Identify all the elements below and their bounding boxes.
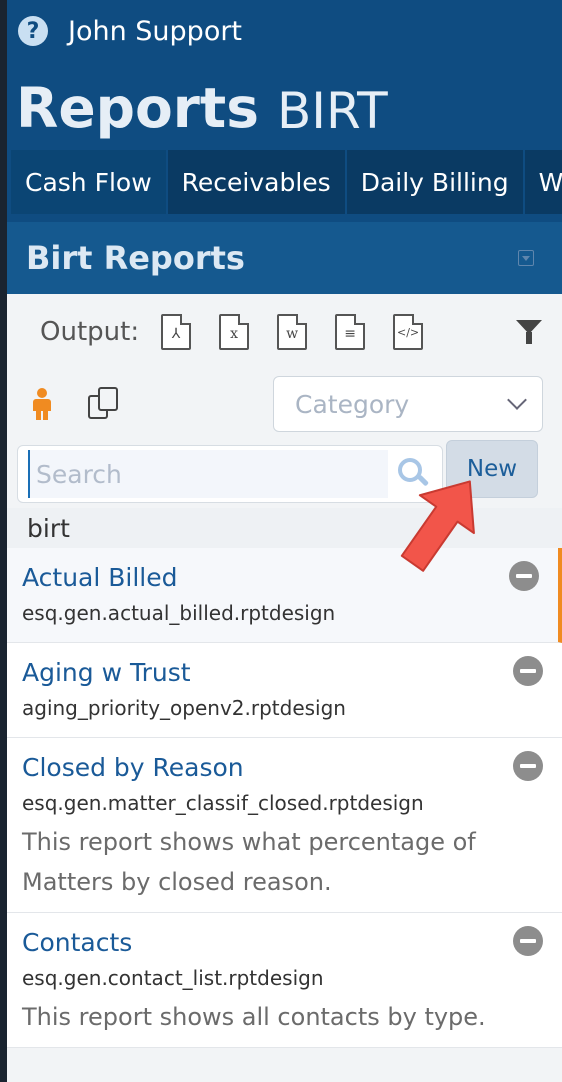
- report-description: This report shows all contacts by type.: [22, 1003, 486, 1031]
- list-item[interactable]: Actual Billed esq.gen.actual_billed.rptd…: [7, 548, 562, 643]
- category-placeholder: Category: [295, 389, 410, 419]
- page-title: Reports BIRT: [7, 62, 562, 150]
- page-title-sub: BIRT: [276, 82, 388, 140]
- copy-icon[interactable]: [88, 387, 122, 421]
- collapse-icon[interactable]: [518, 250, 534, 266]
- remove-icon[interactable]: [513, 926, 543, 956]
- list-item[interactable]: Contacts esq.gen.contact_list.rptdesign …: [7, 913, 562, 1048]
- excel-glyph: x: [230, 326, 239, 342]
- html-glyph: </>: [397, 326, 420, 339]
- birt-reports-panel: Output: ⅄ x w ≡ </> Category Search New …: [7, 294, 562, 1082]
- tab-daily-billing[interactable]: Daily Billing: [346, 150, 525, 214]
- list-item[interactable]: Aging w Trust aging_priority_openv2.rptd…: [7, 643, 562, 738]
- remove-icon[interactable]: [509, 561, 539, 591]
- new-button[interactable]: New: [446, 440, 538, 498]
- top-bar: ? John Support: [7, 0, 562, 62]
- panel-title: Birt Reports: [26, 239, 245, 277]
- search-icon[interactable]: [398, 458, 430, 488]
- remove-icon[interactable]: [513, 656, 543, 686]
- panel-header: Birt Reports: [7, 222, 562, 294]
- tab-w[interactable]: W: [524, 150, 562, 214]
- person-icon[interactable]: [30, 388, 54, 420]
- search-row: New: [7, 438, 562, 508]
- pdf-glyph: ⅄: [171, 326, 181, 342]
- output-toolbar: Output: ⅄ x w ≡ </>: [7, 294, 562, 370]
- report-list: Actual Billed esq.gen.actual_billed.rptd…: [7, 548, 562, 1048]
- report-description: This report shows what percentage of Mat…: [22, 828, 476, 896]
- window-edge: [0, 0, 7, 1082]
- tab-receivables[interactable]: Receivables: [167, 150, 347, 214]
- excel-file-icon[interactable]: x: [219, 314, 250, 350]
- search-box: [17, 445, 443, 503]
- tab-cash-flow[interactable]: Cash Flow: [11, 150, 168, 214]
- remove-icon[interactable]: [513, 751, 543, 781]
- group-label: birt: [7, 508, 562, 548]
- filter-icon[interactable]: [516, 320, 542, 344]
- list-item[interactable]: Closed by Reason esq.gen.matter_classif_…: [7, 738, 562, 913]
- report-tabs: Cash Flow Receivables Daily Billing W: [7, 150, 562, 214]
- report-name[interactable]: Closed by Reason: [22, 752, 502, 784]
- page-title-main: Reports: [16, 76, 259, 140]
- report-file: esq.gen.actual_billed.rptdesign: [22, 601, 336, 625]
- output-label: Output:: [40, 317, 140, 347]
- tools-row: Category: [7, 370, 562, 438]
- text-glyph: ≡: [344, 326, 356, 342]
- report-file: aging_priority_openv2.rptdesign: [22, 696, 346, 720]
- user-name[interactable]: John Support: [68, 16, 242, 47]
- app-window: ? John Support Reports BIRT Cash Flow Re…: [7, 0, 562, 1082]
- text-file-icon[interactable]: ≡: [335, 314, 366, 350]
- report-name[interactable]: Actual Billed: [22, 562, 498, 594]
- word-file-icon[interactable]: w: [277, 314, 308, 350]
- report-file: esq.gen.contact_list.rptdesign: [22, 966, 324, 990]
- word-glyph: w: [286, 326, 299, 342]
- pdf-file-icon[interactable]: ⅄: [161, 314, 192, 350]
- question-circle-icon[interactable]: ?: [18, 16, 48, 46]
- chevron-down-icon: [507, 390, 527, 410]
- report-name[interactable]: Contacts: [22, 927, 502, 959]
- search-input[interactable]: [28, 450, 388, 498]
- report-file: esq.gen.matter_classif_closed.rptdesign: [22, 791, 424, 815]
- html-file-icon[interactable]: </>: [393, 314, 424, 350]
- category-select[interactable]: Category: [273, 376, 543, 432]
- report-name[interactable]: Aging w Trust: [22, 657, 502, 689]
